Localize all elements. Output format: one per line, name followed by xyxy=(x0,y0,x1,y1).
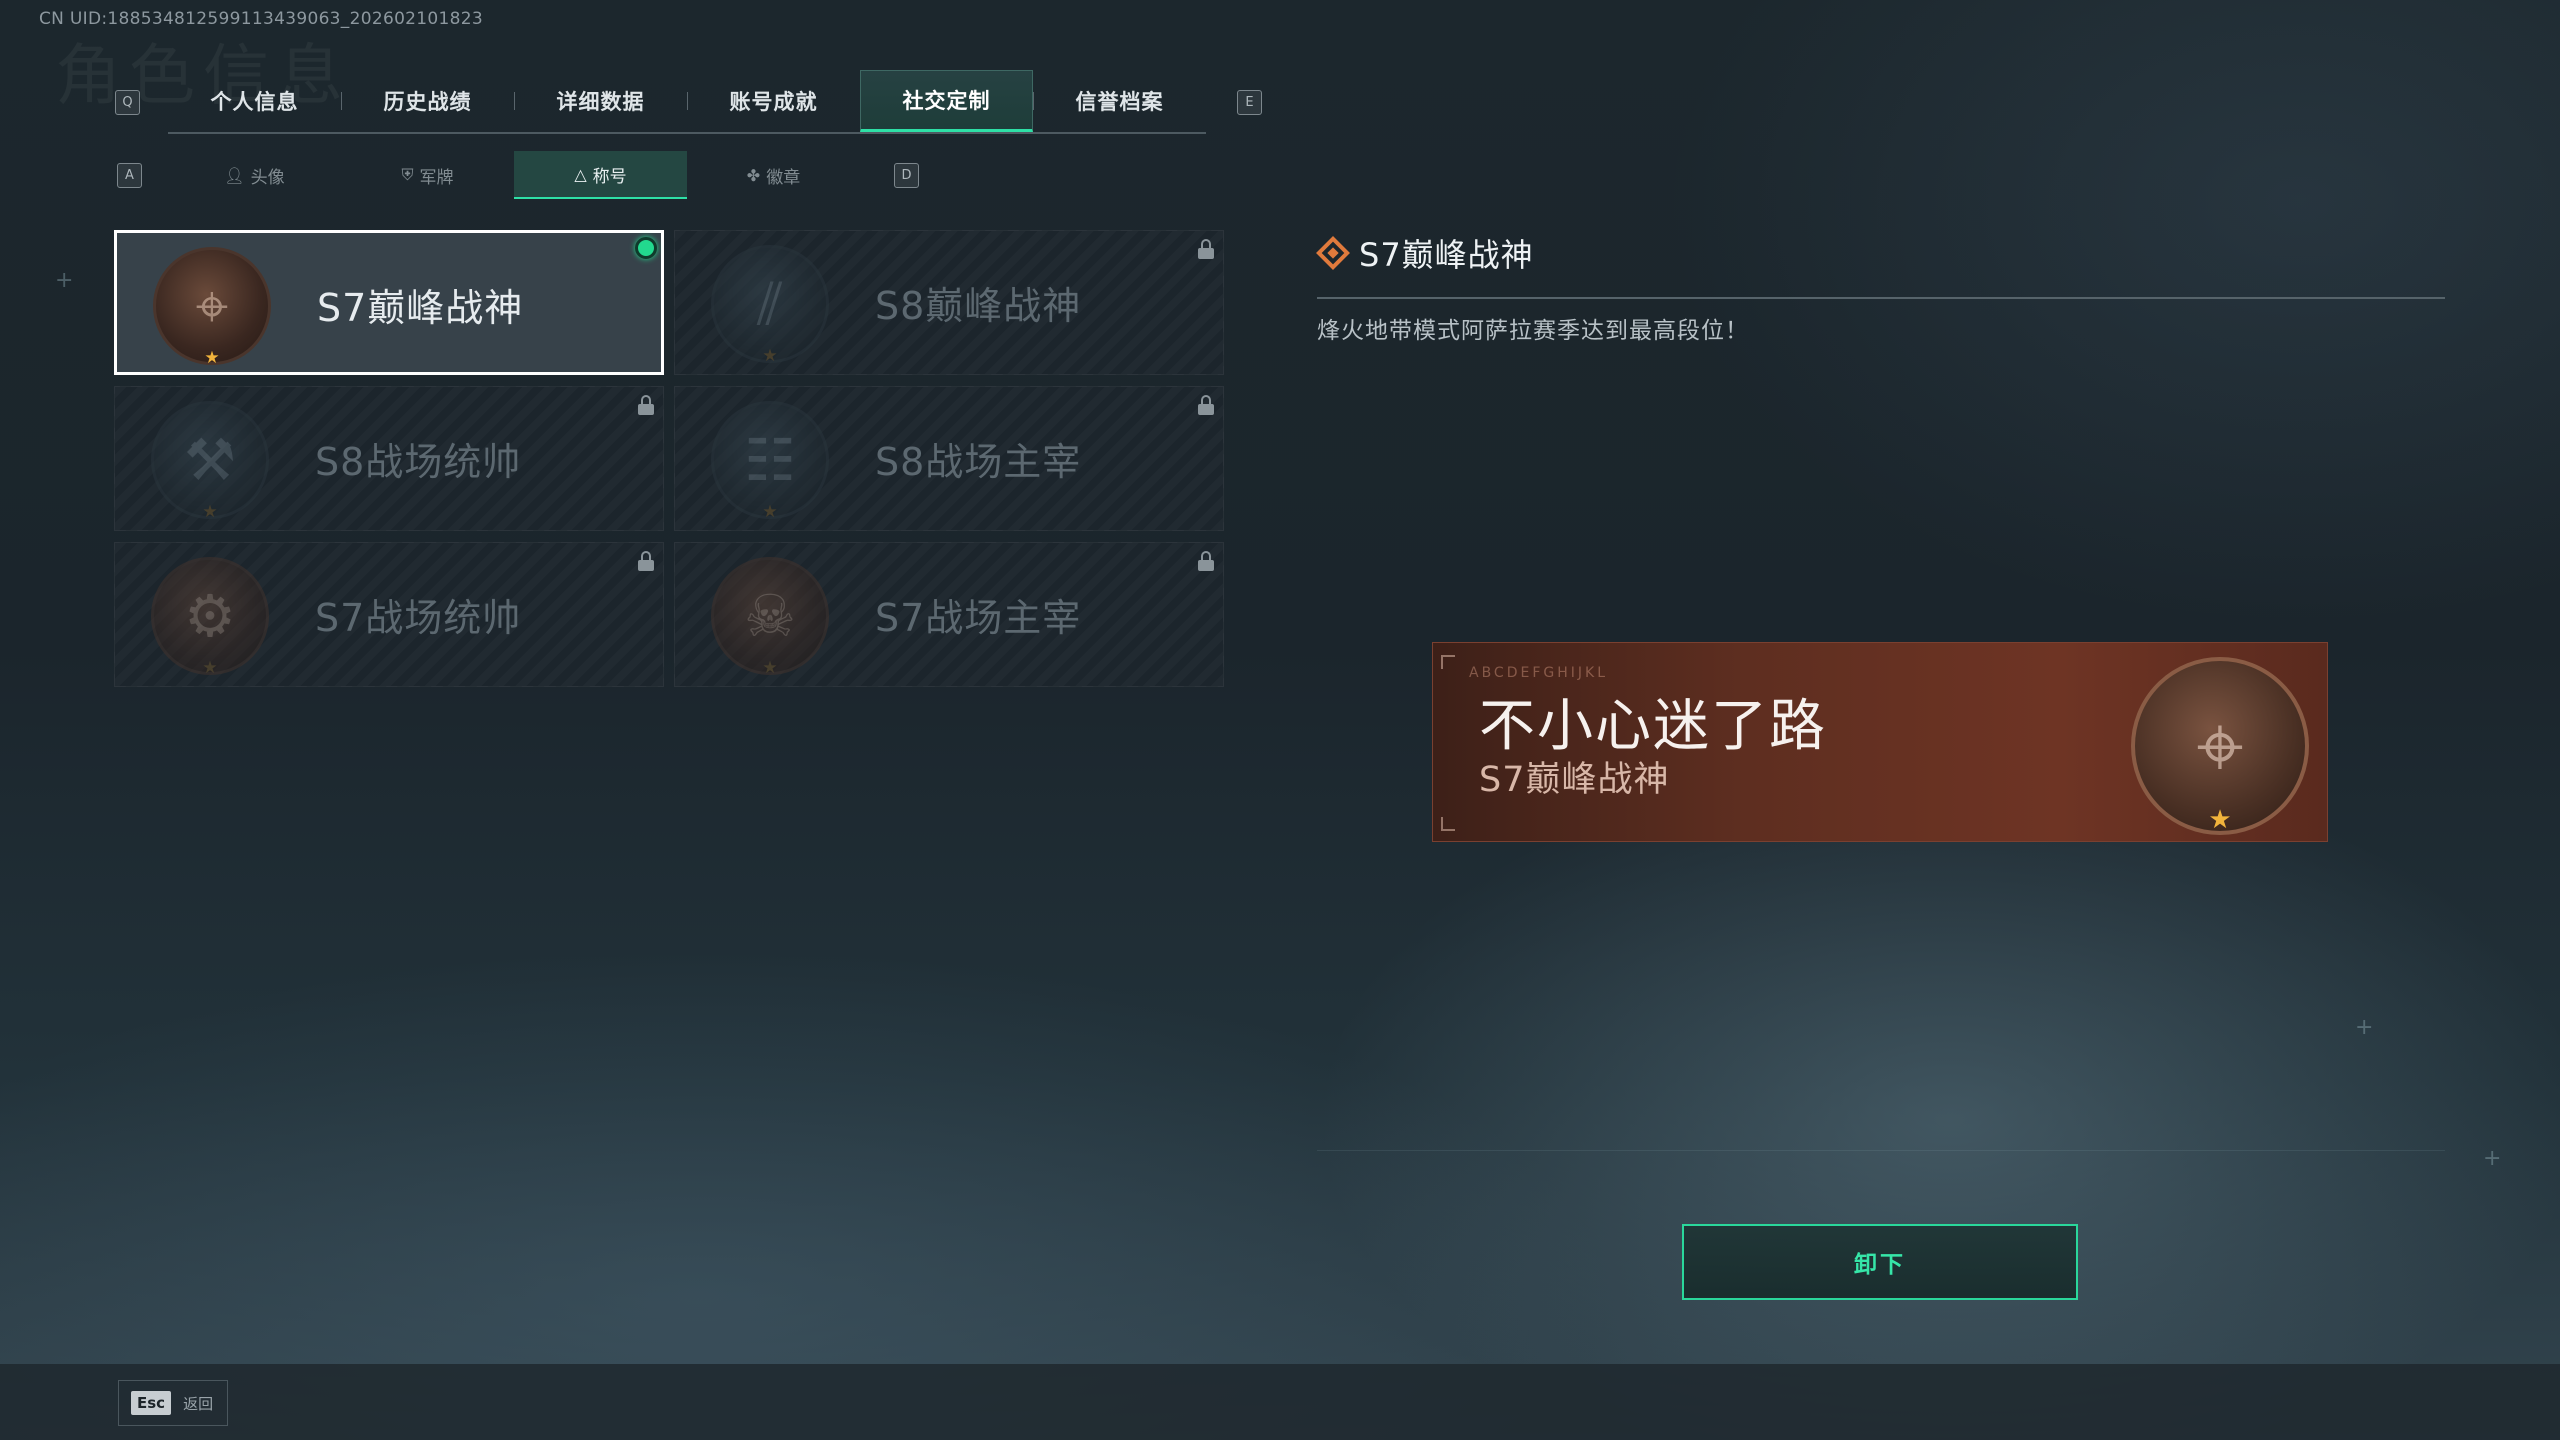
title-card-s8-battlefield-ruler[interactable]: ☷ ★ S8战场主宰 xyxy=(674,386,1224,531)
detail-title: S7巅峰战神 xyxy=(1359,236,1534,274)
crosshair-decoration: + xyxy=(55,268,74,293)
shield-icon: ⛨ xyxy=(401,165,414,184)
title-card-s7-battlefield-commander[interactable]: ⚙ ★ S7战场统帅 xyxy=(114,542,664,687)
divider xyxy=(1317,297,2445,299)
main-tab-row: 个人信息 历史战绩 详细数据 账号成就 社交定制 信誉档案 xyxy=(168,70,1206,134)
sub-tab-bar: A 👤︎ 头像 ⛨ 军牌 △ 称号 ✤ 徽章 D xyxy=(112,151,932,199)
subtab-label: 称号 xyxy=(592,166,627,187)
subtab-label: 徽章 xyxy=(766,167,801,188)
title-card-s7-peak-god[interactable]: ⌖ ★ S7巅峰战神 xyxy=(114,230,664,375)
lock-icon xyxy=(1197,239,1215,259)
title-card-name: S7巅峰战神 xyxy=(317,286,524,330)
person-icon: 👤︎ xyxy=(224,165,245,185)
footer-bar: Esc 返回 xyxy=(0,1364,2560,1440)
title-card-s8-peak-god[interactable]: ⫽ ★ S8巅峰战神 xyxy=(674,230,1224,375)
tank-emblem-icon: ⚒ ★ xyxy=(151,401,269,522)
wings-icon: ✤ xyxy=(746,165,761,185)
tab-social-customization[interactable]: 社交定制 xyxy=(860,70,1033,132)
next-tab-key-hint[interactable]: E xyxy=(1237,90,1262,115)
next-subtab-key-hint[interactable]: D xyxy=(894,163,919,188)
title-preview-banner: ABCDEFGHIJKL 不小心迷了路 S7巅峰战神 ⌖ ★ xyxy=(1432,642,2328,842)
crosshair-decoration: + xyxy=(2355,1015,2374,1040)
preview-title: S7巅峰战神 xyxy=(1479,760,1670,800)
triangle-emblem-icon: △ xyxy=(574,164,587,184)
star-icon: ★ xyxy=(762,502,778,522)
subtab-label: 头像 xyxy=(250,167,285,188)
building-emblem-icon: ☷ ★ xyxy=(711,401,829,522)
prev-tab-key-hint[interactable]: Q xyxy=(115,90,140,115)
lock-icon xyxy=(1197,551,1215,571)
diamond-icon xyxy=(1316,236,1350,270)
star-icon: ★ xyxy=(762,658,778,678)
back-label: 返回 xyxy=(183,1394,214,1413)
slash-emblem-icon: ⫽ ★ xyxy=(711,245,829,366)
corner-bracket xyxy=(1441,655,1455,669)
star-icon: ★ xyxy=(204,348,220,368)
rifle-emblem-icon: ⌖ ★ xyxy=(153,247,271,368)
star-icon: ★ xyxy=(762,346,778,366)
prev-subtab-key-hint[interactable]: A xyxy=(117,163,142,188)
title-card-name: S8战场主宰 xyxy=(875,440,1082,484)
detail-title-row: S7巅峰战神 xyxy=(1316,225,1534,281)
lock-icon xyxy=(1197,395,1215,415)
tab-personal-info[interactable]: 个人信息 xyxy=(168,70,341,132)
subtab-avatar[interactable]: 👤︎ 头像 xyxy=(168,151,341,199)
title-card-name: S8战场统帅 xyxy=(315,440,522,484)
equipped-indicator-icon xyxy=(635,237,657,259)
star-icon: ★ xyxy=(202,658,218,678)
tab-achievements[interactable]: 账号成就 xyxy=(687,70,860,132)
subtab-label: 军牌 xyxy=(419,167,454,188)
unequip-button[interactable]: 卸下 xyxy=(1682,1224,2078,1300)
title-card-name: S7战场主宰 xyxy=(875,596,1082,640)
preview-nickname: 不小心迷了路 xyxy=(1479,694,1827,759)
title-card-s7-battlefield-ruler[interactable]: ☠ ★ S7战场主宰 xyxy=(674,542,1224,687)
subtab-title[interactable]: △ 称号 xyxy=(514,151,687,199)
tab-credit-record[interactable]: 信誉档案 xyxy=(1033,70,1206,132)
soldier-emblem-icon: ☠ ★ xyxy=(711,557,829,678)
divider xyxy=(1317,1150,2445,1151)
subtab-badge[interactable]: ✤ 徽章 xyxy=(687,151,860,199)
lock-icon xyxy=(637,395,655,415)
subtab-dog-tag[interactable]: ⛨ 军牌 xyxy=(341,151,514,199)
back-button[interactable]: Esc 返回 xyxy=(118,1380,228,1426)
tab-detailed-data[interactable]: 详细数据 xyxy=(514,70,687,132)
rifle-emblem-icon: ⌖ ★ xyxy=(2131,657,2309,835)
main-tab-bar: Q 个人信息 历史战绩 详细数据 账号成就 社交定制 信誉档案 E xyxy=(112,70,1264,134)
tab-match-history[interactable]: 历史战绩 xyxy=(341,70,514,132)
title-card-name: S8巅峰战神 xyxy=(875,284,1082,328)
esc-key-hint: Esc xyxy=(131,1391,172,1415)
title-card-name: S7战场统帅 xyxy=(315,596,522,640)
star-icon: ★ xyxy=(202,502,218,522)
star-icon: ★ xyxy=(2208,805,2232,835)
detail-description: 烽火地带模式阿萨拉赛季达到最高段位！ xyxy=(1317,318,1749,344)
sub-tab-row: 👤︎ 头像 ⛨ 军牌 △ 称号 ✤ 徽章 xyxy=(168,151,860,199)
preview-glyph-strip: ABCDEFGHIJKL xyxy=(1469,665,1609,681)
lock-icon xyxy=(637,551,655,571)
corner-bracket xyxy=(1441,817,1455,831)
title-card-s8-battlefield-commander[interactable]: ⚒ ★ S8战场统帅 xyxy=(114,386,664,531)
crosshair-decoration: + xyxy=(2483,1146,2502,1171)
vehicle-emblem-icon: ⚙ ★ xyxy=(151,557,269,678)
